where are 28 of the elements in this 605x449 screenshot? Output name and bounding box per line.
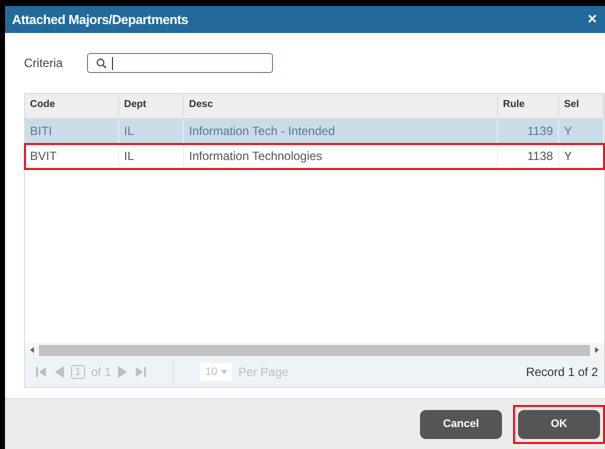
scroll-right-icon[interactable] (595, 347, 599, 353)
table-cell: Y (559, 144, 604, 168)
table-cell: Y (559, 119, 604, 143)
table-cell: 1139 (498, 119, 559, 143)
column-header[interactable]: Code (25, 94, 119, 118)
table-cell: IL (119, 144, 184, 168)
ok-button[interactable]: OK (518, 410, 600, 438)
horizontal-scrollbar[interactable] (25, 343, 604, 357)
search-field[interactable] (86, 53, 273, 73)
table-row[interactable]: BVIT IL Information Technologies 1138 Y (25, 144, 604, 169)
column-header[interactable]: Desc (184, 94, 498, 118)
search-icon (96, 58, 107, 68)
column-header[interactable]: Dept (119, 94, 184, 118)
criteria-label: Criteria (24, 56, 63, 70)
close-button[interactable]: × (588, 12, 597, 28)
table-cell: BITI (25, 119, 119, 143)
column-header[interactable]: Sel (559, 94, 604, 118)
table-cell: IL (119, 119, 184, 143)
table-cell: Information Technologies (184, 144, 498, 168)
table-cell: BVIT (25, 144, 119, 168)
cancel-button[interactable]: Cancel (420, 410, 502, 438)
window-title: Attached Majors/Departments (12, 12, 188, 27)
column-header[interactable]: Rule (498, 94, 559, 118)
scroll-left-icon[interactable] (30, 347, 34, 353)
dropdown-arrow-icon (221, 370, 228, 374)
table-cell: Information Tech - Intended (184, 119, 498, 143)
record-count: Record 1 of 2 (526, 365, 598, 379)
table-cell: 1138 (498, 144, 559, 168)
